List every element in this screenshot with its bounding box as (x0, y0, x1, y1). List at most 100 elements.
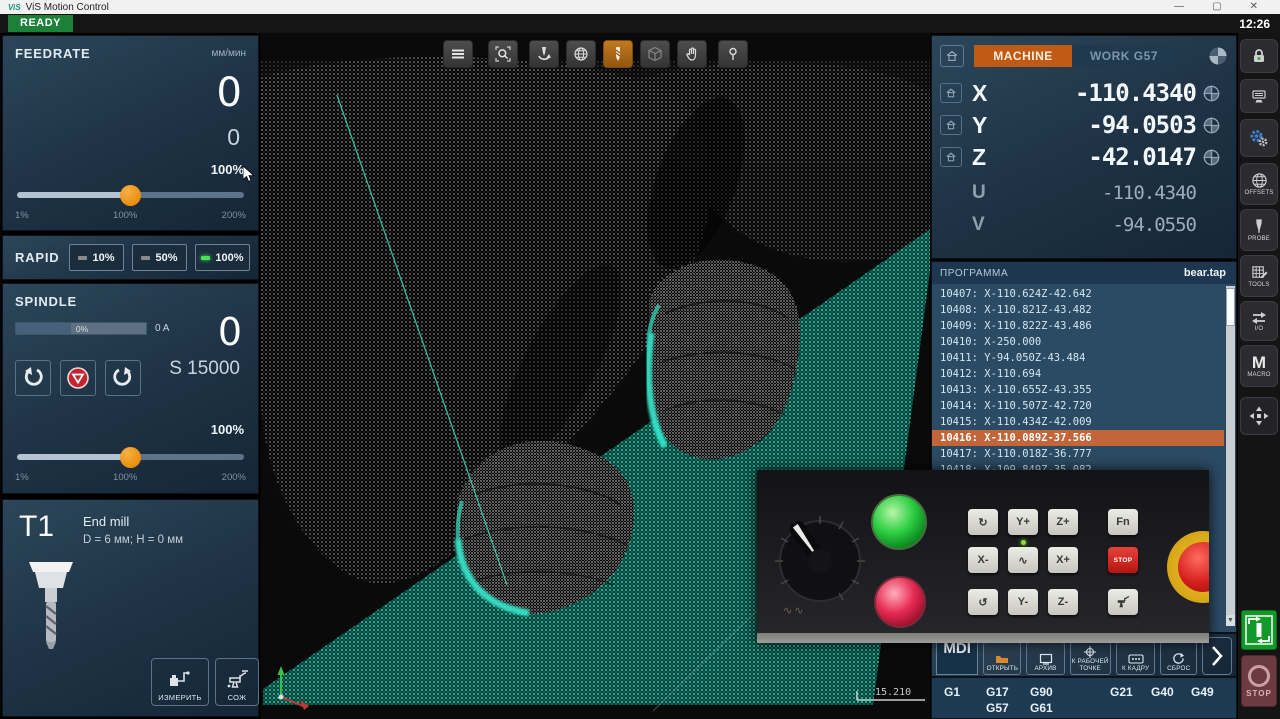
tools-button[interactable]: TOOLS (1240, 255, 1278, 297)
tab-work-g57[interactable]: WORK G57 (1072, 45, 1176, 67)
program-lines: 10407: X-110.624Z-42.642 10408: X-110.82… (932, 286, 1224, 478)
open-button[interactable]: ОТКРЫТЬ (983, 642, 1022, 675)
spindle-stop-button[interactable] (60, 360, 96, 396)
cube-icon (648, 46, 662, 62)
spindle-scale-max: 200% (221, 472, 246, 483)
gcode-g40: G40 (1151, 685, 1174, 699)
pendant-cycle-key: ↻ (968, 509, 998, 535)
hand-icon (686, 47, 697, 61)
axis-row-v: V -94.0550 (940, 210, 1228, 240)
lock-icon (1254, 49, 1264, 62)
tool-coolant-button[interactable]: СОЖ (215, 658, 259, 706)
program-line[interactable]: 10413: X-110.655Z-43.355 (932, 382, 1224, 398)
tab-machine[interactable]: MACHINE (974, 45, 1072, 67)
program-scrollbar-thumb[interactable] (1226, 288, 1235, 326)
app-window: ViS ViS Motion Control — ▢ ✕ READY 12:26… (0, 0, 1280, 719)
to-frame-button[interactable]: К КАДРУ (1115, 642, 1156, 675)
gcode-g17: G17 (986, 685, 1009, 699)
show-workpiece-button[interactable] (566, 40, 596, 68)
show-stock-button[interactable] (640, 40, 670, 68)
show-tool-button[interactable] (603, 40, 633, 68)
pan-mode-button[interactable] (677, 40, 707, 68)
feedrate-slider-knob[interactable] (120, 184, 141, 206)
tool-measure-label: ИЗМЕРИТЬ (158, 693, 202, 702)
right-sidebar: OFFSETS PROBE TOOLS I/O M MACRO STOP (1238, 33, 1280, 719)
show-spindle-button[interactable] (529, 40, 559, 68)
spindle-ccw-button[interactable] (15, 360, 51, 396)
rapid-100-button[interactable]: 100% (195, 244, 250, 271)
zero-z-target-icon[interactable] (1202, 148, 1221, 167)
feedrate-actual: 0 (216, 70, 242, 116)
cycle-start-icon (1245, 615, 1273, 645)
gcode-bar: G1 G17 G90 G21 G40 G49 G57 G61 (931, 677, 1237, 719)
zoom-fit-button[interactable] (488, 40, 518, 68)
lock-button[interactable] (1240, 39, 1278, 73)
spindle-actual: 0 (217, 310, 242, 354)
axis-x-value: -110.4340 (1074, 79, 1197, 107)
zero-y-target-icon[interactable] (1202, 116, 1221, 135)
pendant-fn-key: Fn (1108, 509, 1138, 535)
gears-icon (1250, 130, 1268, 147)
program-line[interactable]: 10412: X-110.694 (932, 366, 1224, 382)
program-line[interactable]: 10407: X-110.624Z-42.642 (932, 286, 1224, 302)
archive-button[interactable]: АРХИВ (1026, 642, 1065, 675)
axis-u-value: -110.4340 (1102, 182, 1197, 204)
zero-x-target-icon[interactable] (1202, 84, 1221, 103)
home-all-button[interactable] (940, 45, 964, 67)
program-line[interactable]: 10411: Y-94.050Z-43.484 (932, 350, 1224, 366)
app-logo: ViS (8, 2, 21, 12)
endmill-icon (615, 47, 621, 61)
axis-x-letter: X (972, 79, 988, 106)
menu-button[interactable] (443, 40, 473, 68)
reset-button[interactable]: СБРОС (1160, 642, 1198, 675)
io-button[interactable]: I/O (1240, 301, 1278, 341)
program-line[interactable]: 10410: X-250.000 (932, 334, 1224, 350)
pendant-jog-key: ∿ (1008, 547, 1038, 573)
spindle-slider[interactable] (17, 446, 244, 468)
tool-measure-button[interactable]: ИЗМЕРИТЬ (151, 658, 209, 706)
coolant-icon (227, 670, 248, 688)
feedrate-slider[interactable] (17, 184, 244, 206)
offsets-button[interactable]: OFFSETS (1240, 163, 1278, 205)
keyboard-button[interactable] (1240, 79, 1278, 113)
settings-button[interactable] (1240, 119, 1278, 157)
spindle-cw-button[interactable] (105, 360, 141, 396)
home-y-button[interactable] (940, 115, 962, 135)
mouse-cursor (242, 165, 256, 189)
cycle-start-button[interactable] (1241, 610, 1277, 650)
minimize-button[interactable]: — (1174, 0, 1184, 14)
program-line-active[interactable]: 10416: X-110.089Z-37.566 (932, 430, 1224, 446)
program-line[interactable]: 10409: X-110.822Z-43.486 (932, 318, 1224, 334)
maximize-button[interactable]: ▢ (1212, 0, 1221, 14)
reset-label: СБРОС (1167, 664, 1191, 672)
program-line[interactable]: 10408: X-110.821Z-43.482 (932, 302, 1224, 318)
chevron-right-icon (1212, 646, 1223, 666)
home-x-button[interactable] (940, 83, 962, 103)
stop-button[interactable]: STOP (1241, 655, 1277, 707)
tools-table-icon (1251, 266, 1268, 279)
home-icon (946, 120, 956, 130)
home-z-button[interactable] (940, 147, 962, 167)
program-line[interactable]: 10415: X-110.434Z-42.009 (932, 414, 1224, 430)
program-scrollbar[interactable]: ▼ (1226, 286, 1235, 626)
archive-label: АРХИВ (1034, 664, 1057, 672)
probe-button[interactable]: PROBE (1240, 209, 1278, 251)
jog-button[interactable] (1240, 397, 1278, 435)
spindle-slider-knob[interactable] (120, 446, 141, 468)
rapid-10-button[interactable]: 10% (69, 244, 124, 271)
program-line[interactable]: 10414: X-110.507Z-42.720 (932, 398, 1224, 414)
to-work-point-button[interactable]: К РАБОЧЕЙ ТОЧКЕ (1069, 642, 1111, 675)
probe-point-button[interactable] (718, 40, 748, 68)
close-button[interactable]: ✕ (1250, 0, 1258, 14)
rapid-50-label: 50% (155, 251, 178, 264)
rapid-10-led (78, 255, 88, 260)
macro-button[interactable]: M MACRO (1240, 345, 1278, 387)
scrollbar-down-arrow-icon[interactable]: ▼ (1226, 615, 1235, 626)
stop-label: STOP (1246, 688, 1272, 698)
io-label: I/O (1254, 326, 1264, 332)
offsets-globe-icon (1251, 173, 1267, 188)
rapid-50-button[interactable]: 50% (132, 244, 187, 271)
quadrant-icon (1209, 47, 1227, 65)
program-line[interactable]: 10417: X-110.018Z-36.777 (932, 446, 1224, 462)
to-frame-label: К КАДРУ (1122, 664, 1150, 672)
